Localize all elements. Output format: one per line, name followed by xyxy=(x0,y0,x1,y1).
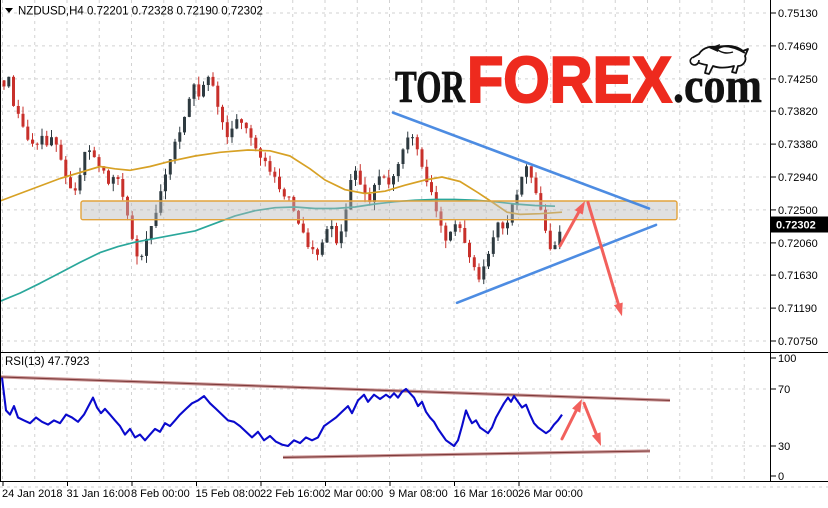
rsi-axis-label: 70 xyxy=(778,384,790,396)
chart-canvas: 0.75130 0.74690 0.74250 0.73820 0.73380 0.729… xyxy=(0,0,828,500)
date-axis-label: 22 Feb 16:00 xyxy=(260,488,325,500)
torforex-logo: TOR FOREX .com xyxy=(395,42,763,117)
price-axis-label: 0.75130 xyxy=(778,8,818,20)
current-price-badge: 0.72302 xyxy=(771,216,828,233)
symbol-ohlc-label[interactable]: NZDUSD,H4 0.72201 0.72328 0.72190 0.7230… xyxy=(5,6,263,18)
date-axis-label: 9 Mar 08:00 xyxy=(389,488,448,500)
date-axis-label: 26 Mar 00:00 xyxy=(518,488,583,500)
price-axis-label: 0.71190 xyxy=(778,303,817,315)
date-axis-label: 2 Mar 00:00 xyxy=(325,488,384,500)
date-axis-label: 15 Feb 08:00 xyxy=(196,488,261,500)
symbol-ohlc-text: NZDUSD,H4 0.72201 0.72328 0.72190 0.7230… xyxy=(18,6,263,18)
date-axis-label: 16 Mar 16:00 xyxy=(454,488,519,500)
rsi-axis-label: 30 xyxy=(778,441,790,453)
price-axis-label: 0.74690 xyxy=(778,41,818,53)
current-price-text: 0.72302 xyxy=(776,220,816,232)
price-axis-label: 0.72060 xyxy=(778,238,818,250)
logo-text-forex: FOREX xyxy=(467,43,672,116)
date-axis-label: 24 Jan 2018 xyxy=(2,488,63,500)
price-axis-label: 0.72940 xyxy=(778,172,818,184)
trading-chart-window: 0.75130 0.74690 0.74250 0.73820 0.73380 0.729… xyxy=(0,0,828,508)
rsi-axis-label: 100 xyxy=(778,353,796,365)
price-axis-label: 0.73820 xyxy=(778,106,818,118)
price-axis-label: 0.72500 xyxy=(778,205,818,217)
price-axis-label: 0.74250 xyxy=(778,74,818,86)
price-axis-label: 0.70750 xyxy=(778,336,818,348)
symbol-dropdown-icon[interactable] xyxy=(5,8,13,13)
price-axis-label: 0.73380 xyxy=(778,139,818,151)
date-axis-label: 31 Jan 16:00 xyxy=(67,488,131,500)
rsi-axis-label: 0 xyxy=(778,471,784,483)
logo-text-tor: TOR xyxy=(395,61,466,112)
price-axis-label: 0.71630 xyxy=(778,270,818,282)
rsi-indicator-label: RSI(13) 47.7923 xyxy=(5,356,89,368)
date-axis-label: 8 Feb 00:00 xyxy=(131,488,190,500)
